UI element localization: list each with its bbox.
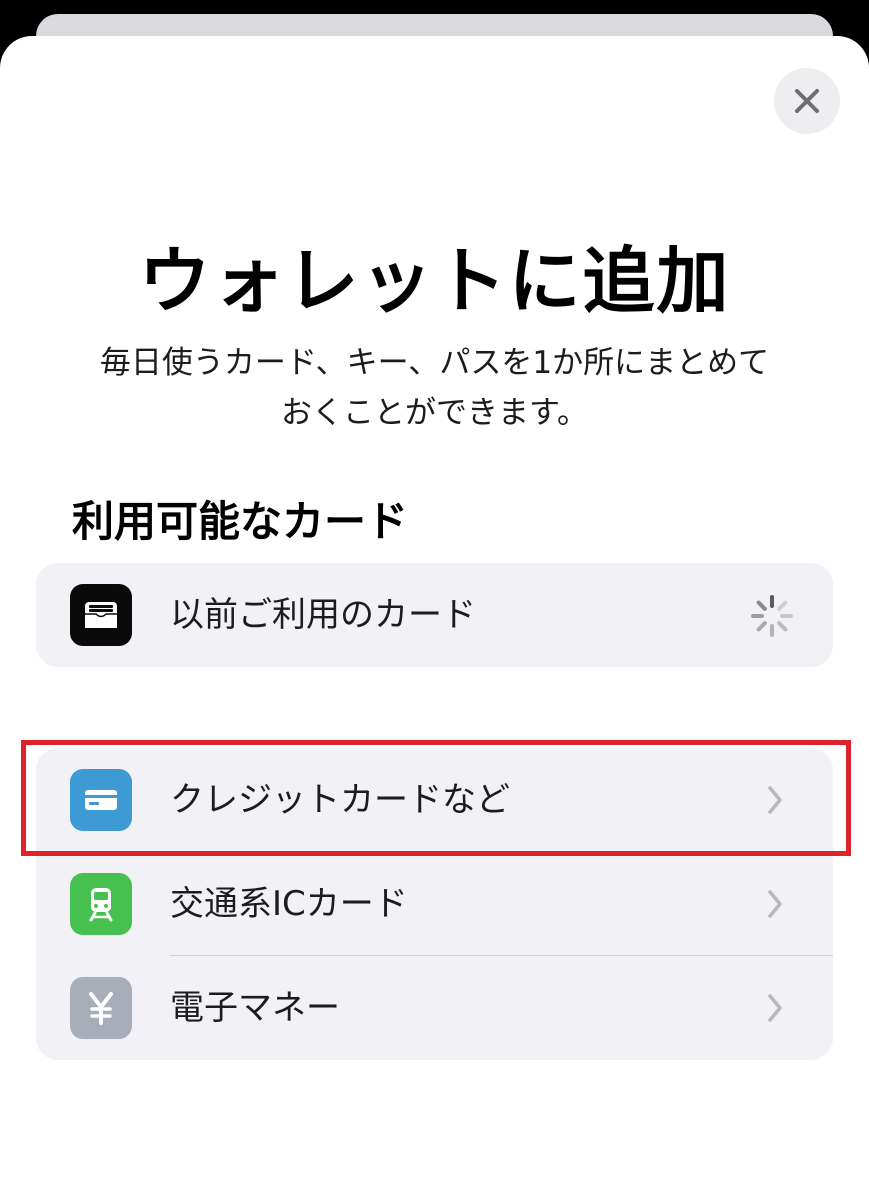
section-title: 利用可能なカード	[72, 497, 409, 546]
option-e-money-label: 電子マネー	[170, 988, 340, 1028]
option-transit-ic-card[interactable]: 交通系ICカード	[36, 852, 833, 956]
chevron-right-icon	[768, 786, 782, 814]
credit-card-icon	[70, 769, 132, 831]
close-button[interactable]	[774, 68, 840, 134]
option-transit-ic-card-label: 交通系ICカード	[170, 884, 408, 924]
option-e-money[interactable]: 電子マネー	[36, 956, 833, 1060]
page-description: 毎日使うカード、キー、パスを1か所にまとめて おくことができます。	[40, 338, 829, 438]
chevron-right-icon	[768, 994, 782, 1022]
previous-cards-group: 以前ご利用のカード	[36, 563, 833, 667]
chevron-right-icon	[768, 890, 782, 918]
train-icon	[70, 873, 132, 935]
option-credit-card-label: クレジットカードなど	[170, 780, 510, 820]
page-title: ウォレットに追加	[138, 239, 731, 323]
option-credit-card[interactable]: クレジットカードなど	[36, 748, 833, 852]
description-line-2: おくことができます。	[281, 395, 588, 431]
description-line-1: 毎日使うカード、キー、パスを1か所にまとめて	[99, 345, 770, 381]
yen-icon	[70, 977, 132, 1039]
card-type-options: クレジットカードなど 交通系ICカード 電子マネー	[36, 748, 833, 1060]
previous-cards-row[interactable]: 以前ご利用のカード	[36, 563, 833, 667]
wallet-icon	[70, 584, 132, 646]
close-icon	[795, 89, 819, 113]
loading-spinner-icon	[751, 595, 793, 637]
previous-cards-label: 以前ご利用のカード	[170, 595, 476, 635]
